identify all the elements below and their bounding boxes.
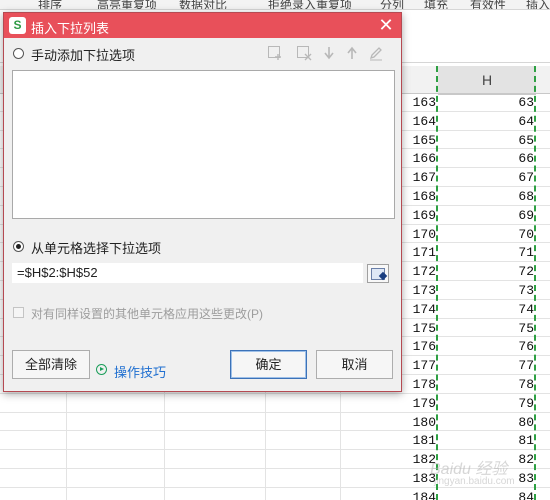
cell-h[interactable]: 73: [518, 283, 534, 298]
cell-g[interactable]: 178: [413, 377, 436, 392]
play-circle-icon[interactable]: [96, 364, 107, 375]
cell-g[interactable]: 163: [413, 95, 436, 110]
wps-logo-icon: S: [9, 17, 26, 34]
cell-g[interactable]: 177: [413, 358, 436, 373]
cell-h[interactable]: 81: [518, 433, 534, 448]
cell-g[interactable]: 172: [413, 264, 436, 279]
cell-h[interactable]: 79: [518, 396, 534, 411]
cell-g[interactable]: 174: [413, 302, 436, 317]
cancel-button[interactable]: 取消: [316, 350, 393, 379]
cell-h[interactable]: 83: [518, 471, 534, 486]
toolbar-sort[interactable]: 排序: [38, 0, 62, 9]
cell-g[interactable]: 175: [413, 321, 436, 336]
apply-all-checkbox[interactable]: [13, 307, 24, 318]
add-item-icon[interactable]: [267, 45, 283, 61]
cell-g[interactable]: 179: [413, 396, 436, 411]
cell-g[interactable]: 170: [413, 227, 436, 242]
cell-h[interactable]: 84: [518, 490, 534, 500]
table-row[interactable]: 180 80: [0, 413, 550, 432]
toolbar-fill[interactable]: 填充: [424, 0, 448, 9]
cell-h[interactable]: 78: [518, 377, 534, 392]
cell-option-label[interactable]: 从单元格选择下拉选项: [31, 238, 161, 257]
cell-h[interactable]: 64: [518, 114, 534, 129]
cell-g[interactable]: 171: [413, 245, 436, 260]
clear-all-button[interactable]: 全部清除: [12, 350, 90, 379]
cell-h[interactable]: 70: [518, 227, 534, 242]
ribbon-toolbar: 排序 高亮重复项 数据对比 拒绝录入重复项 分列 填充 有效性 插入: [0, 0, 550, 10]
insert-dropdown-dialog: S 插入下拉列表 ✕ 手动添加下拉选项 从单元格选择下拉选项 对有同样设置的其他…: [3, 12, 402, 392]
toolbar-insert[interactable]: 插入: [526, 0, 550, 9]
cell-g[interactable]: 166: [413, 151, 436, 166]
cell-h[interactable]: 75: [518, 321, 534, 336]
manual-option-label[interactable]: 手动添加下拉选项: [31, 45, 135, 64]
cell-h[interactable]: 72: [518, 264, 534, 279]
watermark-url: jingyan.baidu.com: [434, 476, 515, 487]
move-down-icon[interactable]: [321, 45, 337, 61]
manual-options-list[interactable]: [12, 70, 395, 219]
cell-h[interactable]: 82: [518, 452, 534, 467]
dialog-title-bar[interactable]: S 插入下拉列表 ✕: [4, 13, 401, 38]
cell-h[interactable]: 69: [518, 208, 534, 223]
cell-g[interactable]: 164: [413, 114, 436, 129]
cell-g[interactable]: 167: [413, 170, 436, 185]
column-header-label: H: [481, 72, 493, 88]
dialog-title: 插入下拉列表: [31, 21, 110, 36]
table-row[interactable]: 179 79: [0, 394, 550, 413]
cell-range-input[interactable]: [12, 263, 363, 283]
cell-h[interactable]: 63: [518, 95, 534, 110]
toolbar-highlight-duplicates[interactable]: 高亮重复项: [97, 0, 157, 9]
cell-g[interactable]: 169: [413, 208, 436, 223]
selection-dashed-border-left: [436, 66, 438, 500]
cell-g[interactable]: 173: [413, 283, 436, 298]
cell-g[interactable]: 180: [413, 415, 436, 430]
cell-h[interactable]: 80: [518, 415, 534, 430]
toolbar-data-compare[interactable]: 数据对比: [179, 0, 227, 9]
edit-icon[interactable]: [368, 45, 384, 61]
cell-h[interactable]: 68: [518, 189, 534, 204]
cell-h[interactable]: 76: [518, 339, 534, 354]
cell-h[interactable]: 66: [518, 151, 534, 166]
cell-g[interactable]: 176: [413, 339, 436, 354]
cell-h[interactable]: 65: [518, 133, 534, 148]
close-button[interactable]: ✕: [377, 16, 395, 34]
selection-dashed-border-right: [534, 66, 536, 500]
ok-button[interactable]: 确定: [230, 350, 307, 379]
move-up-icon[interactable]: [344, 45, 360, 61]
table-row[interactable]: 184 84: [0, 488, 550, 500]
toolbar-validity[interactable]: 有效性: [470, 0, 506, 9]
manual-option-radio[interactable]: [13, 48, 24, 59]
cell-g[interactable]: 184: [413, 490, 436, 500]
tips-link[interactable]: 操作技巧: [114, 362, 166, 381]
cell-h[interactable]: 77: [518, 358, 534, 373]
cell-h[interactable]: 67: [518, 170, 534, 185]
table-row[interactable]: 181 81: [0, 431, 550, 451]
cell-h[interactable]: 71: [518, 245, 534, 260]
cell-g[interactable]: 181: [413, 433, 436, 448]
cell-g[interactable]: 165: [413, 133, 436, 148]
cell-h[interactable]: 74: [518, 302, 534, 317]
toolbar-split-column[interactable]: 分列: [380, 0, 404, 9]
range-picker-icon[interactable]: [367, 264, 389, 283]
delete-item-icon[interactable]: [296, 45, 312, 61]
apply-all-label[interactable]: 对有同样设置的其他单元格应用这些更改(P): [31, 305, 263, 322]
cell-option-radio[interactable]: [13, 241, 24, 252]
cell-g[interactable]: 168: [413, 189, 436, 204]
toolbar-reject-duplicates[interactable]: 拒绝录入重复项: [268, 0, 352, 9]
